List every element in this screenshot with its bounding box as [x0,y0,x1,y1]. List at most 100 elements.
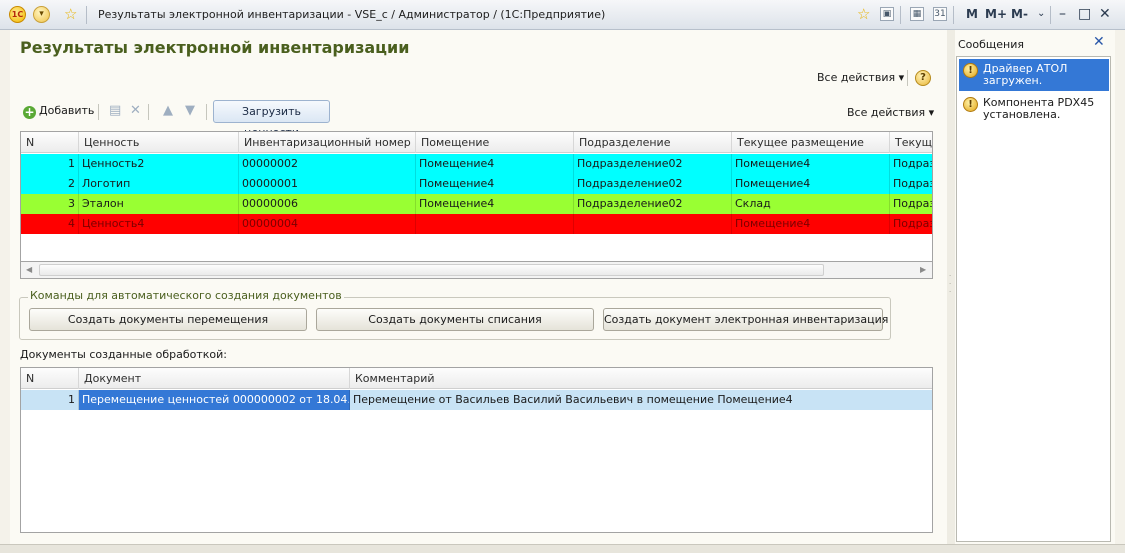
create-transfer-docs-button[interactable]: Создать документы перемещения [29,308,307,331]
documents-label: Документы созданные обработкой: [20,348,228,361]
message-text: Компонента PDX45 установлена. [983,96,1095,121]
room-cell: Помещение4 [416,194,574,214]
toolbar-separator [953,6,954,24]
column-header[interactable]: Подразделение [574,132,732,153]
column-header[interactable]: Комментарий [350,368,932,389]
create-writeoff-docs-button[interactable]: Создать документы списания [316,308,594,331]
favorites-star-icon[interactable]: ☆ [64,5,77,23]
table-row[interactable]: 1 Перемещение ценностей 000000002 от 18.… [21,390,932,410]
column-header[interactable]: Текущее размещение [732,132,890,153]
document-cell[interactable]: Перемещение ценностей 000000002 от 18.04… [79,390,350,410]
column-header[interactable]: Инвентаризационный номер [239,132,416,153]
add-favorite-icon[interactable]: ☆ [857,5,870,23]
messages-panel: Сообщения ✕ ! Драйвер АТОЛ загружен. ! К… [955,30,1115,544]
history-icon[interactable]: ▣ [880,7,894,21]
table-header: N Документ Комментарий [21,368,932,389]
extra-cell: Подраз [893,157,933,170]
main-menu-icon[interactable]: ▾ [33,6,50,23]
column-header[interactable]: Помещение [416,132,574,153]
extra-cell: Подраз [893,217,933,230]
room-cell: Помещение4 [416,174,574,194]
current-location-cell: Помещение4 [732,174,890,194]
message-text: Драйвер АТОЛ загружен. [983,62,1068,87]
room-cell: Помещение4 [416,154,574,174]
value-cell: Эталон [79,194,239,214]
close-messages-icon[interactable]: ✕ [1093,34,1105,50]
created-documents-table[interactable]: N Документ Комментарий 1 Перемещение цен… [20,367,933,533]
divider [98,104,99,120]
add-icon: + [23,105,36,119]
help-icon[interactable]: ? [915,70,931,86]
department-cell [574,214,732,234]
column-header[interactable]: N [21,368,79,389]
messages-list[interactable]: ! Драйвер АТОЛ загружен. ! Компонента PD… [956,56,1111,542]
message-item[interactable]: ! Драйвер АТОЛ загружен. [959,59,1109,91]
window-titlebar: 1С ▾ ☆ Результаты электронной инвентариз… [0,0,1125,30]
toolbar-separator [900,6,901,24]
memory-plus-button[interactable]: M+ [985,7,1007,21]
table-header: N Ценность Инвентаризационный номер Поме… [21,132,932,153]
all-actions-top-menu[interactable]: Все действия ▾ [817,71,904,84]
memory-m-button[interactable]: M [966,7,978,21]
row-number: 1 [21,390,79,410]
toolbar-separator [86,6,87,24]
room-cell [416,214,574,234]
table-row[interactable]: 3 Эталон 00000006 Помещение4 Подразделен… [21,194,932,214]
table-row[interactable]: 4 Ценность4 00000004 Помещение4 Подраз [21,214,932,234]
load-values-button[interactable]: Загрузить ценности [213,100,330,139]
splitter-grip: · · · [949,272,952,296]
all-actions-table-menu[interactable]: Все действия ▾ [847,106,934,119]
inventory-results-table[interactable]: N Ценность Инвентаризационный номер Поме… [20,131,933,262]
create-inventory-doc-button[interactable]: Создать документ электронная инвентариза… [603,308,888,331]
window-title: Результаты электронной инвентаризации - … [98,8,606,21]
extra-cell: Подраз [893,197,933,210]
scroll-left-icon[interactable]: ◀ [26,265,32,274]
memory-minus-button[interactable]: M- [1011,7,1028,21]
department-cell: Подразделение02 [574,154,732,174]
table-row[interactable]: 1 Ценность2 00000002 Помещение4 Подразде… [21,154,932,174]
row-number: 4 [21,214,79,234]
calendar-icon[interactable]: 31 [933,7,947,21]
panel-splitter[interactable]: · · · [947,30,955,544]
department-cell: Подразделение02 [574,194,732,214]
warning-icon: ! [963,63,978,78]
app-logo-icon[interactable]: 1С [9,6,26,23]
main-form: Результаты электронной инвентаризации Вс… [10,30,947,544]
move-up-icon[interactable]: ▲ [163,104,173,118]
divider [907,70,908,86]
divider [206,104,207,120]
column-header[interactable]: Ценность [79,132,239,153]
value-cell: Логотип [79,174,239,194]
column-header[interactable]: Текуще [890,132,932,153]
scroll-right-icon[interactable]: ▶ [920,265,926,274]
messages-title: Сообщения [958,38,1025,51]
minimize-icon[interactable]: – [1059,5,1066,23]
table-row[interactable]: 2 Логотип 00000001 Помещение4 Подразделе… [21,174,932,194]
extra-cell: Подраз [893,177,933,190]
form-title: Результаты электронной инвентаризации [20,38,410,57]
close-icon[interactable]: ✕ [1099,5,1111,23]
inventory-number-cell: 00000006 [239,194,416,214]
column-header[interactable]: Документ [79,368,350,389]
calculator-icon[interactable]: ▦ [910,7,924,21]
message-item[interactable]: ! Компонента PDX45 установлена. [959,95,1109,125]
toolbar-separator [1050,6,1051,24]
value-cell: Ценность4 [79,214,239,234]
inventory-number-cell: 00000004 [239,214,416,234]
delete-icon[interactable]: ✕ [130,104,141,118]
move-down-icon[interactable]: ▼ [185,104,195,118]
dropdown-icon[interactable]: ⌄ [1037,5,1045,23]
window-bottom-edge [0,544,1125,553]
value-cell: Ценность2 [79,154,239,174]
copy-icon[interactable]: ▤ [109,104,121,118]
scrollbar-thumb[interactable] [39,264,824,276]
column-header[interactable]: N [21,132,79,153]
inventory-number-cell: 00000002 [239,154,416,174]
commands-group-label: Команды для автоматического создания док… [28,289,344,302]
current-location-cell: Помещение4 [732,154,890,174]
horizontal-scrollbar[interactable]: ◀ ▶ [20,262,933,279]
maximize-icon[interactable]: □ [1078,5,1091,23]
inventory-number-cell: 00000001 [239,174,416,194]
add-button[interactable]: + Добавить [23,100,94,122]
current-location-cell: Склад [732,194,890,214]
